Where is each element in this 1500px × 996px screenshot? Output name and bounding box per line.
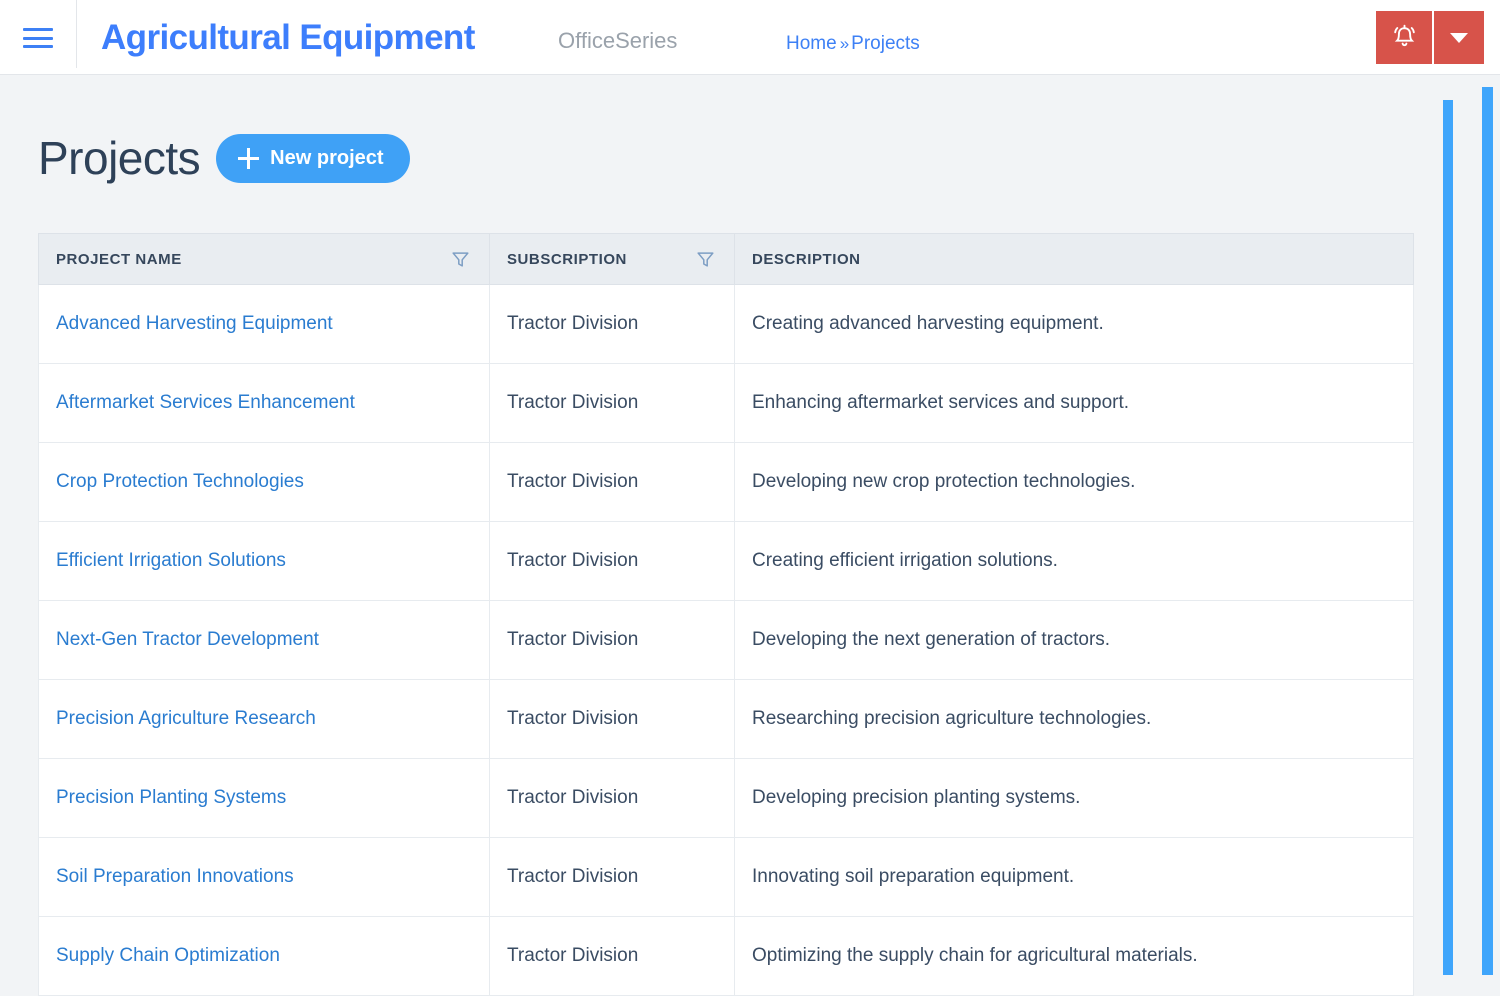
cell-subscription: Tractor Division	[489, 600, 735, 680]
projects-table: Project Name Subscription	[38, 233, 1414, 996]
cell-description: Optimizing the supply chain for agricult…	[734, 916, 1414, 996]
column-header-project-name[interactable]: Project Name	[38, 233, 490, 285]
table-row: Soil Preparation Innovations Tractor Divi…	[38, 837, 1414, 917]
column-header-label: Project Name	[56, 250, 182, 268]
cell-project-name: Soil Preparation Innovations	[38, 837, 490, 917]
cell-subscription: Tractor Division	[489, 284, 735, 364]
table-row: Advanced Harvesting Equipment Tractor Div…	[38, 284, 1414, 364]
inner-scrollbar-thumb[interactable]	[1443, 100, 1453, 975]
page-header-row: Projects New project	[38, 130, 410, 186]
project-name-link[interactable]: Aftermarket Services Enhancement	[56, 392, 355, 413]
table-header: Project Name Subscription	[38, 233, 1414, 285]
inner-scrollbar-track[interactable]	[1443, 100, 1453, 975]
filter-funnel-icon-subscription[interactable]	[696, 250, 715, 269]
outer-scrollbar-track[interactable]	[1482, 87, 1493, 975]
cell-subscription: Tractor Division	[489, 442, 735, 522]
project-name-link[interactable]: Soil Preparation Innovations	[56, 866, 294, 887]
cell-project-name: Crop Protection Technologies	[38, 442, 490, 522]
cell-subscription: Tractor Division	[489, 837, 735, 917]
chevron-down-icon	[1450, 32, 1468, 43]
filter-funnel-icon-project-name[interactable]	[451, 250, 470, 269]
column-header-label: Subscription	[507, 250, 627, 268]
hamburger-bar	[23, 36, 53, 40]
column-header-label: Description	[752, 250, 861, 268]
projects-table-container: Project Name Subscription	[38, 233, 1414, 996]
brand-title: Agricultural Equipment	[101, 18, 475, 57]
header-divider	[76, 0, 77, 68]
cell-description: Creating efficient irrigation solutions.	[734, 521, 1414, 601]
table-body: Advanced Harvesting Equipment Tractor Div…	[38, 284, 1414, 996]
new-project-button[interactable]: New project	[216, 133, 410, 183]
cell-project-name: Precision Agriculture Research	[38, 679, 490, 759]
table-row: Crop Protection Technologies Tractor Divi…	[38, 442, 1414, 522]
bell-ringing-icon	[1391, 22, 1418, 53]
cell-subscription: Tractor Division	[489, 521, 735, 601]
cell-description: Creating advanced harvesting equipment.	[734, 284, 1414, 364]
notifications-dropdown-button[interactable]	[1432, 11, 1484, 64]
cell-subscription: Tractor Division	[489, 758, 735, 838]
breadcrumb-home-link[interactable]: Home	[786, 33, 837, 54]
cell-subscription: Tractor Division	[489, 363, 735, 443]
breadcrumb-separator: »	[839, 34, 850, 53]
breadcrumb: Home» Projects	[786, 31, 920, 56]
project-name-link[interactable]: Supply Chain Optimization	[56, 945, 280, 966]
project-name-link[interactable]: Advanced Harvesting Equipment	[56, 313, 333, 334]
notifications-button[interactable]	[1376, 11, 1432, 64]
project-name-link[interactable]: Crop Protection Technologies	[56, 471, 304, 492]
cell-description: Researching precision agriculture techno…	[734, 679, 1414, 759]
project-name-link[interactable]: Precision Planting Systems	[56, 787, 286, 808]
cell-description: Enhancing aftermarket services and suppo…	[734, 363, 1414, 443]
cell-description: Innovating soil preparation equipment.	[734, 837, 1414, 917]
cell-project-name: Aftermarket Services Enhancement	[38, 363, 490, 443]
table-row: Efficient Irrigation Solutions Tractor Di…	[38, 521, 1414, 601]
cell-description: Developing new crop protection technolog…	[734, 442, 1414, 522]
cell-description: Developing the next generation of tracto…	[734, 600, 1414, 680]
table-row: Precision Agriculture Research Tractor Di…	[38, 679, 1414, 759]
page-content: Projects New project Project Name	[0, 76, 1500, 996]
cell-project-name: Precision Planting Systems	[38, 758, 490, 838]
table-row: Precision Planting Systems Tractor Divisi…	[38, 758, 1414, 838]
project-name-link[interactable]: Next-Gen Tractor Development	[56, 629, 319, 650]
page-title: Projects	[38, 132, 201, 184]
app-header: Agricultural Equipment OfficeSeries Home…	[0, 0, 1500, 75]
cell-subscription: Tractor Division	[489, 916, 735, 996]
cell-project-name: Supply Chain Optimization	[38, 916, 490, 996]
table-row: Aftermarket Services Enhancement Tractor …	[38, 363, 1414, 443]
project-name-link[interactable]: Efficient Irrigation Solutions	[56, 550, 286, 571]
cell-project-name: Efficient Irrigation Solutions	[38, 521, 490, 601]
hamburger-bar	[23, 28, 53, 31]
new-project-label: New project	[270, 146, 384, 169]
outer-scrollbar-thumb[interactable]	[1482, 87, 1493, 975]
table-row: Next-Gen Tractor Development Tractor Divi…	[38, 600, 1414, 680]
cell-project-name: Next-Gen Tractor Development	[38, 600, 490, 680]
cell-subscription: Tractor Division	[489, 679, 735, 759]
project-name-link[interactable]: Precision Agriculture Research	[56, 708, 316, 729]
hamburger-bar	[23, 45, 53, 48]
cell-description: Developing precision planting systems.	[734, 758, 1414, 838]
notification-button-group	[1376, 11, 1484, 64]
table-header-row: Project Name Subscription	[38, 233, 1414, 285]
brand-subtitle: OfficeSeries	[558, 28, 678, 53]
column-header-description[interactable]: Description	[734, 233, 1414, 285]
cell-project-name: Advanced Harvesting Equipment	[38, 284, 490, 364]
table-row: Supply Chain Optimization Tractor Divisio…	[38, 916, 1414, 996]
breadcrumb-current-link[interactable]: Projects	[851, 33, 920, 54]
hamburger-menu-icon[interactable]	[23, 26, 53, 50]
column-header-subscription[interactable]: Subscription	[489, 233, 735, 285]
plus-icon	[238, 147, 260, 169]
